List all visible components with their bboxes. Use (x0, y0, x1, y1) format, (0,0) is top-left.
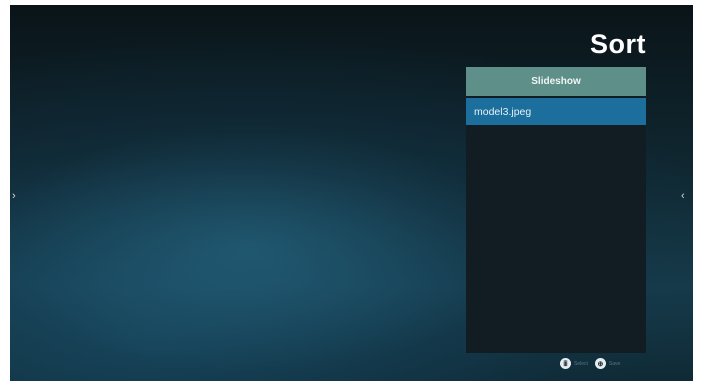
sort-panel: Slideshow model3.jpeg (466, 67, 646, 353)
panel-header-slideshow[interactable]: Slideshow (466, 67, 646, 96)
hint-label-save: Save (608, 360, 621, 367)
remote-button-icon: ⊕ (594, 358, 606, 369)
nav-left-arrow-icon[interactable]: › (12, 191, 16, 202)
hint-label-select: Select (574, 360, 588, 367)
button-hints: ⅲ Select ⊕ Save (560, 358, 624, 369)
nav-right-arrow-icon[interactable]: ‹ (681, 191, 685, 202)
slideshow-sort-screen: Sort › ‹ Slideshow model3.jpeg ⅲ Select … (10, 5, 693, 381)
remote-button-icon: ⅲ (560, 358, 571, 369)
list-item-file[interactable]: model3.jpeg (466, 98, 646, 125)
page-title: Sort (590, 29, 646, 59)
